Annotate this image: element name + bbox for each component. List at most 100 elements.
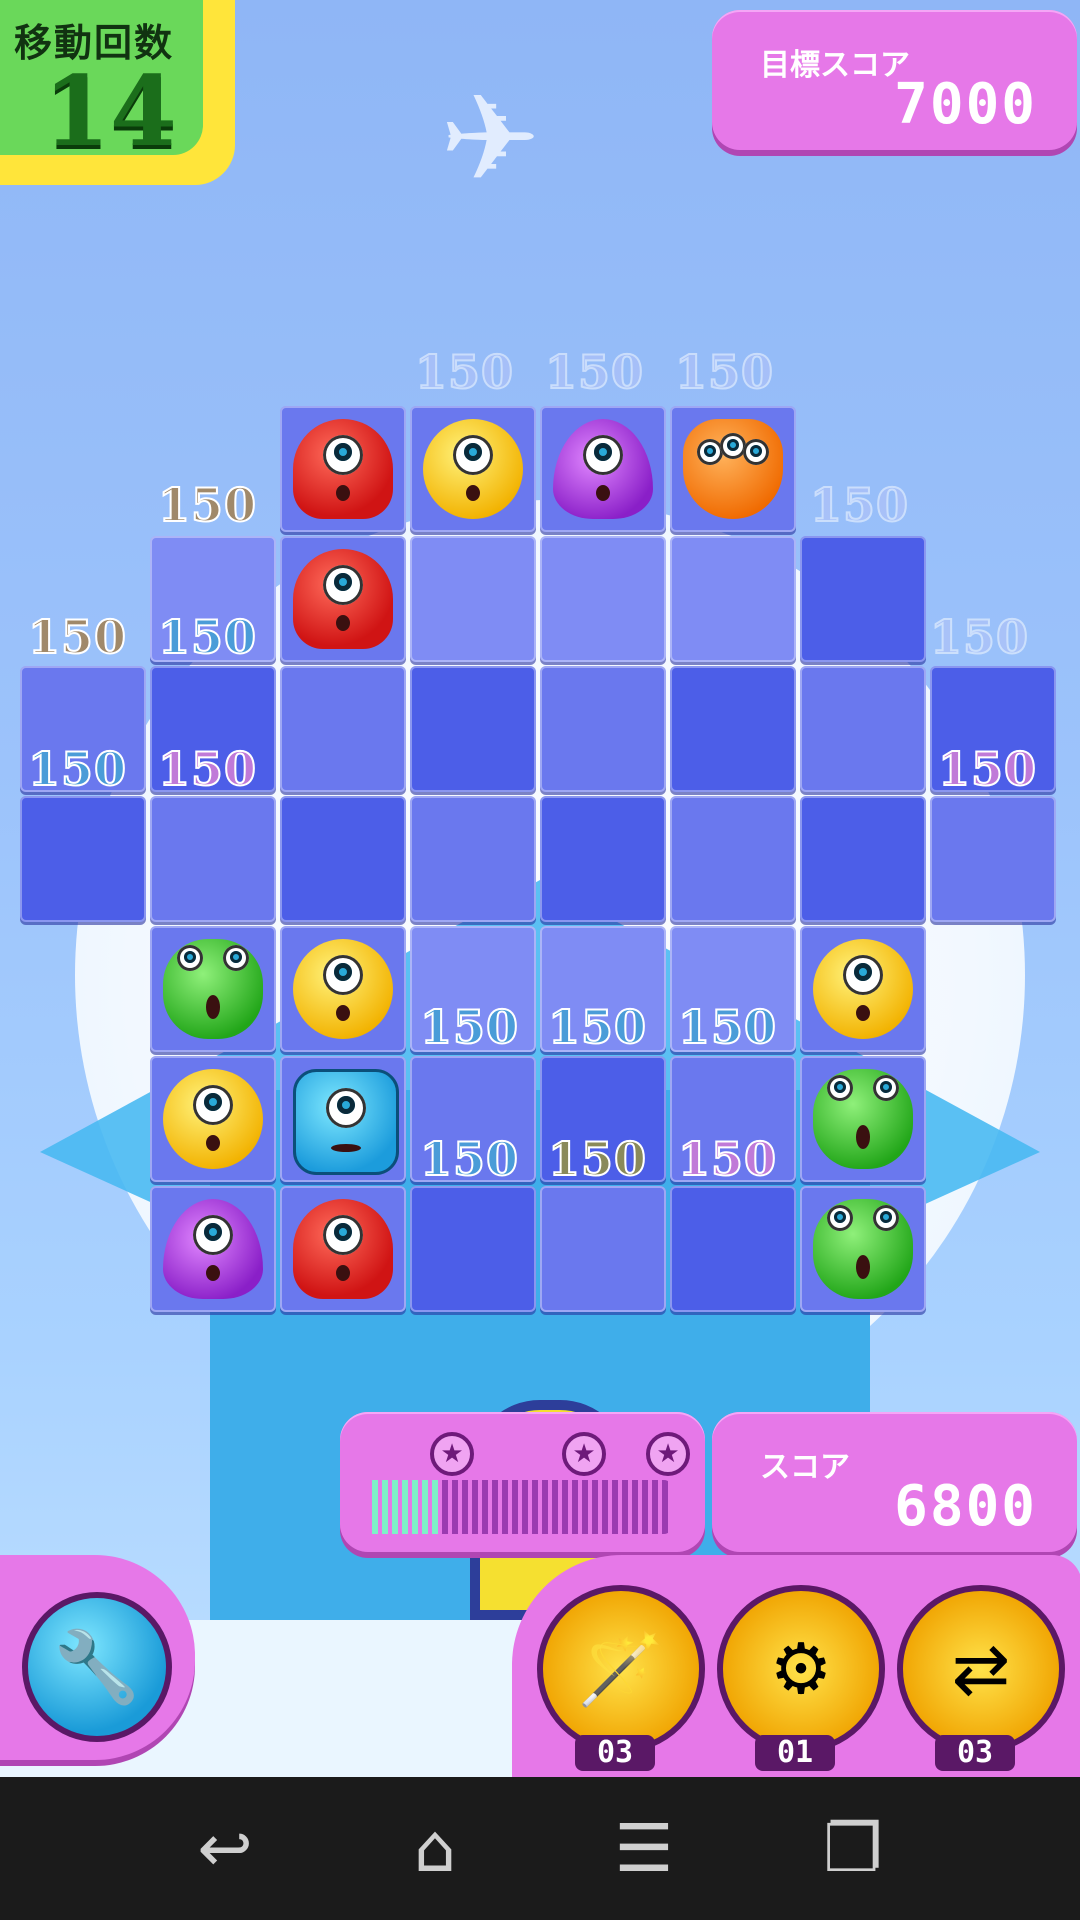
- back-button[interactable]: ↩: [175, 1801, 275, 1897]
- board-cell[interactable]: [410, 1186, 536, 1312]
- star-2-icon: ★: [562, 1432, 606, 1476]
- swap-powerup-button[interactable]: ⇄: [897, 1585, 1065, 1753]
- wand-powerup-button[interactable]: 🪄: [537, 1585, 705, 1753]
- board-cell[interactable]: [280, 666, 406, 792]
- board-cell[interactable]: [150, 1056, 276, 1182]
- points-popup: 150: [547, 1131, 648, 1187]
- points-popup: 150: [674, 344, 775, 400]
- green-monster-icon: [813, 1199, 913, 1299]
- board-cell[interactable]: [150, 1186, 276, 1312]
- points-popup: 150: [677, 999, 778, 1055]
- score-panel: スコア 6800: [712, 1412, 1077, 1552]
- star-1-icon: ★: [430, 1432, 474, 1476]
- red-monster-icon: [293, 549, 393, 649]
- recents-button[interactable]: ❐: [803, 1801, 903, 1897]
- settings-button[interactable]: 🔧: [22, 1592, 172, 1742]
- saw-powerup-button[interactable]: ⚙: [717, 1585, 885, 1753]
- score-value: 6800: [894, 1474, 1037, 1539]
- board-cell[interactable]: [410, 666, 536, 792]
- wand-powerup-count: 03: [575, 1735, 655, 1771]
- board-cell[interactable]: [410, 406, 536, 532]
- home-button[interactable]: ⌂: [385, 1801, 485, 1897]
- board-cell[interactable]: [280, 796, 406, 922]
- board-cell[interactable]: [670, 796, 796, 922]
- board-cell[interactable]: [670, 1186, 796, 1312]
- red-monster-icon: [293, 1199, 393, 1299]
- recents-icon: ❐: [823, 1810, 883, 1887]
- board-cell[interactable]: [410, 536, 536, 662]
- system-navigation-bar: ↩ ⌂ ☰ ❐: [0, 1777, 1080, 1920]
- points-popup: 150: [929, 609, 1030, 665]
- red-monster-icon: [293, 419, 393, 519]
- swap-powerup-count: 03: [935, 1735, 1015, 1771]
- board-cell[interactable]: [670, 666, 796, 792]
- board-cell[interactable]: [410, 796, 536, 922]
- points-popup: 150: [157, 609, 258, 665]
- moves-counter-panel: 移動回数 14: [0, 0, 235, 185]
- points-popup: 150: [809, 477, 910, 533]
- points-popup: 150: [157, 741, 258, 797]
- score-progress-fill: [372, 1480, 438, 1534]
- points-popup: 150: [419, 999, 520, 1055]
- board-cell[interactable]: [540, 1186, 666, 1312]
- bird-silhouette-icon: ✈: [440, 70, 541, 209]
- yellow-monster-icon: [423, 419, 523, 519]
- points-popup: 150: [419, 1131, 520, 1187]
- board-cell[interactable]: [280, 406, 406, 532]
- wand-icon: 🪄: [577, 1628, 665, 1710]
- board-cell[interactable]: [20, 796, 146, 922]
- points-popup: 150: [677, 1131, 778, 1187]
- moves-counter-inner: 移動回数 14: [0, 0, 203, 168]
- points-popup: 150: [544, 344, 645, 400]
- target-score-panel: 目標スコア 7000: [712, 10, 1077, 150]
- target-score-value: 7000: [894, 72, 1037, 137]
- green-monster-icon: [163, 939, 263, 1039]
- board-cell[interactable]: [930, 796, 1056, 922]
- saw-powerup-count: 01: [755, 1735, 835, 1771]
- score-label: スコア: [760, 1450, 850, 1485]
- board-cell[interactable]: [540, 536, 666, 662]
- points-popup: 150: [414, 344, 515, 400]
- board-cell[interactable]: [800, 666, 926, 792]
- home-icon: ⌂: [414, 1810, 456, 1887]
- board-cell[interactable]: [670, 536, 796, 662]
- board-cell[interactable]: [540, 666, 666, 792]
- board-cell[interactable]: [800, 1186, 926, 1312]
- board-cell[interactable]: [670, 406, 796, 532]
- board-cell[interactable]: [800, 536, 926, 662]
- swap-icon: ⇄: [951, 1628, 1011, 1710]
- purple-monster-icon: [163, 1199, 263, 1299]
- target-score-label: 目標スコア: [760, 48, 910, 83]
- points-popup: 150: [157, 477, 258, 533]
- menu-button[interactable]: ☰: [594, 1801, 694, 1897]
- board-cell[interactable]: [280, 926, 406, 1052]
- board-cell[interactable]: [280, 1056, 406, 1182]
- board-cell[interactable]: [540, 406, 666, 532]
- score-progress-bar: [372, 1480, 672, 1534]
- wrench-icon: 🔧: [53, 1626, 141, 1708]
- board-cell[interactable]: [540, 796, 666, 922]
- board-cell[interactable]: [150, 796, 276, 922]
- yellow-monster-icon: [813, 939, 913, 1039]
- board-cell[interactable]: [800, 1056, 926, 1182]
- points-popup: 150: [27, 741, 128, 797]
- moves-value: 14: [43, 55, 177, 168]
- points-popup: 150: [27, 609, 128, 665]
- orange-monster-icon: [683, 419, 783, 519]
- board-cell[interactable]: [280, 1186, 406, 1312]
- green-monster-icon: [813, 1069, 913, 1169]
- score-progress-panel: ★ ★ ★: [340, 1412, 705, 1552]
- board-cell[interactable]: [150, 926, 276, 1052]
- menu-icon: ☰: [614, 1810, 674, 1887]
- board-cell[interactable]: [800, 926, 926, 1052]
- purple-monster-icon: [553, 419, 653, 519]
- yellow-monster-icon: [293, 939, 393, 1039]
- points-popup: 150: [937, 741, 1038, 797]
- board-cell[interactable]: [800, 796, 926, 922]
- board-cell[interactable]: [280, 536, 406, 662]
- blue-monster-icon: [293, 1069, 399, 1175]
- yellow-monster-icon: [163, 1069, 263, 1169]
- game-scene: ✈ 移動回数 14 目標スコア 7000 150 150 150 150 150…: [0, 0, 1080, 1777]
- star-3-icon: ★: [646, 1432, 690, 1476]
- points-popup: 150: [547, 999, 648, 1055]
